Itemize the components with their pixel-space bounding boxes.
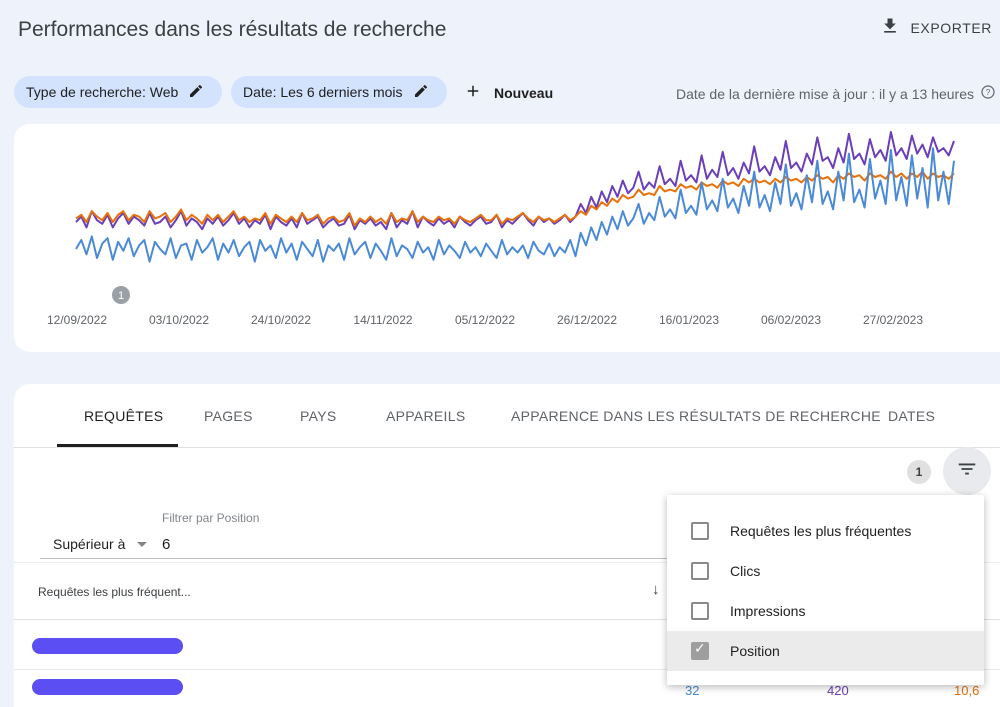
chart-series-line-2 [75, 147, 955, 263]
checkbox[interactable] [691, 522, 709, 540]
x-tick-label: 14/11/2022 [353, 313, 412, 327]
tab-apparence[interactable]: APPARENCE DANS LES RÉSULTATS DE RECHERCH… [511, 408, 881, 424]
help-icon[interactable]: ? [980, 84, 996, 103]
page-title: Performances dans les résultats de reche… [18, 18, 447, 41]
performance-chart-card: 12/09/2022 03/10/2022 24/10/2022 14/11/2022… [14, 124, 1000, 352]
x-tick-label: 27/02/2023 [863, 313, 923, 327]
menu-item-impressions[interactable]: Impressions [667, 591, 984, 631]
checkbox-checked[interactable] [691, 641, 709, 660]
metric-filter-menu: Requêtes les plus fréquentes Clics Impre… [667, 495, 984, 685]
menu-item-clics[interactable]: Clics [667, 551, 984, 591]
report-tabs: REQUÊTES PAGES PAYS APPAREILS APPARENCE … [14, 384, 1000, 448]
last-update: Date de la dernière mise à jour : il y a… [676, 84, 996, 103]
column-header-queries[interactable]: Requêtes les plus fréquent... [38, 585, 191, 599]
redacted-query [32, 638, 183, 654]
position-filter-label: Filtrer par Position [162, 511, 260, 525]
menu-item-label: Requêtes les plus fréquentes [730, 523, 912, 539]
filter-underline [40, 558, 690, 559]
new-filter-label: Nouveau [494, 84, 554, 101]
x-tick-label: 06/02/2023 [761, 313, 821, 327]
x-tick-label: 05/12/2022 [455, 313, 515, 327]
checkbox[interactable] [691, 602, 709, 620]
position-value-input[interactable]: 6 [162, 536, 170, 553]
tab-appareils[interactable]: APPAREILS [386, 408, 465, 424]
sort-arrow-icon[interactable]: ↓ [652, 581, 660, 598]
checkbox[interactable] [691, 562, 709, 580]
cell-clicks: 32 [685, 683, 700, 698]
tab-dates[interactable]: DATES [888, 408, 935, 424]
filter-count-badge: 1 [907, 460, 931, 484]
x-tick-label: 26/12/2022 [557, 313, 617, 327]
x-tick-label: 03/10/2022 [149, 313, 209, 327]
last-update-text: Date de la dernière mise à jour : il y a… [675, 85, 974, 102]
new-filter-button[interactable]: Nouveau [464, 82, 553, 103]
menu-item-label: Impressions [730, 603, 806, 619]
position-operator-select[interactable]: Supérieur à [53, 536, 148, 552]
tab-pays[interactable]: PAYS [300, 408, 336, 424]
pencil-icon [413, 83, 429, 102]
download-icon [880, 16, 900, 39]
search-type-chip[interactable]: Type de recherche: Web [14, 76, 222, 108]
menu-item-requetes[interactable]: Requêtes les plus fréquentes [667, 511, 984, 551]
menu-item-label: Position [730, 643, 780, 659]
x-tick-label: 16/01/2023 [659, 313, 719, 327]
svg-text:?: ? [986, 88, 991, 97]
plus-icon [464, 82, 482, 103]
header: Performances dans les résultats de reche… [0, 0, 1000, 60]
cell-position: 10,6 [954, 683, 980, 698]
date-chip[interactable]: Date: Les 6 derniers mois [231, 76, 447, 108]
cell-impressions: 420 [827, 683, 849, 698]
tab-pages[interactable]: PAGES [204, 408, 253, 424]
date-label: Date: Les 6 derniers mois [243, 84, 403, 100]
export-button[interactable]: EXPORTER [880, 16, 992, 39]
filters-row: Type de recherche: Web Date: Les 6 derni… [0, 76, 1000, 110]
performance-chart[interactable]: 12/09/2022 03/10/2022 24/10/2022 14/11/2022… [14, 124, 1000, 352]
menu-item-label: Clics [730, 563, 761, 579]
x-tick-label: 24/10/2022 [251, 313, 311, 327]
active-tab-indicator [57, 444, 178, 447]
filter-rows-button[interactable] [943, 447, 991, 495]
menu-item-position[interactable]: Position [667, 631, 984, 671]
export-label: EXPORTER [910, 19, 992, 36]
redacted-query [32, 679, 183, 695]
pencil-icon [188, 83, 204, 102]
position-operator-value: Supérieur à [53, 536, 126, 552]
x-tick-label: 12/09/2022 [47, 313, 107, 327]
dropdown-arrow-icon [137, 541, 148, 547]
filter-list-icon [956, 458, 978, 485]
chart-annotation-label: 1 [118, 290, 124, 302]
search-type-label: Type de recherche: Web [26, 84, 179, 100]
tab-requetes[interactable]: REQUÊTES [84, 408, 163, 424]
